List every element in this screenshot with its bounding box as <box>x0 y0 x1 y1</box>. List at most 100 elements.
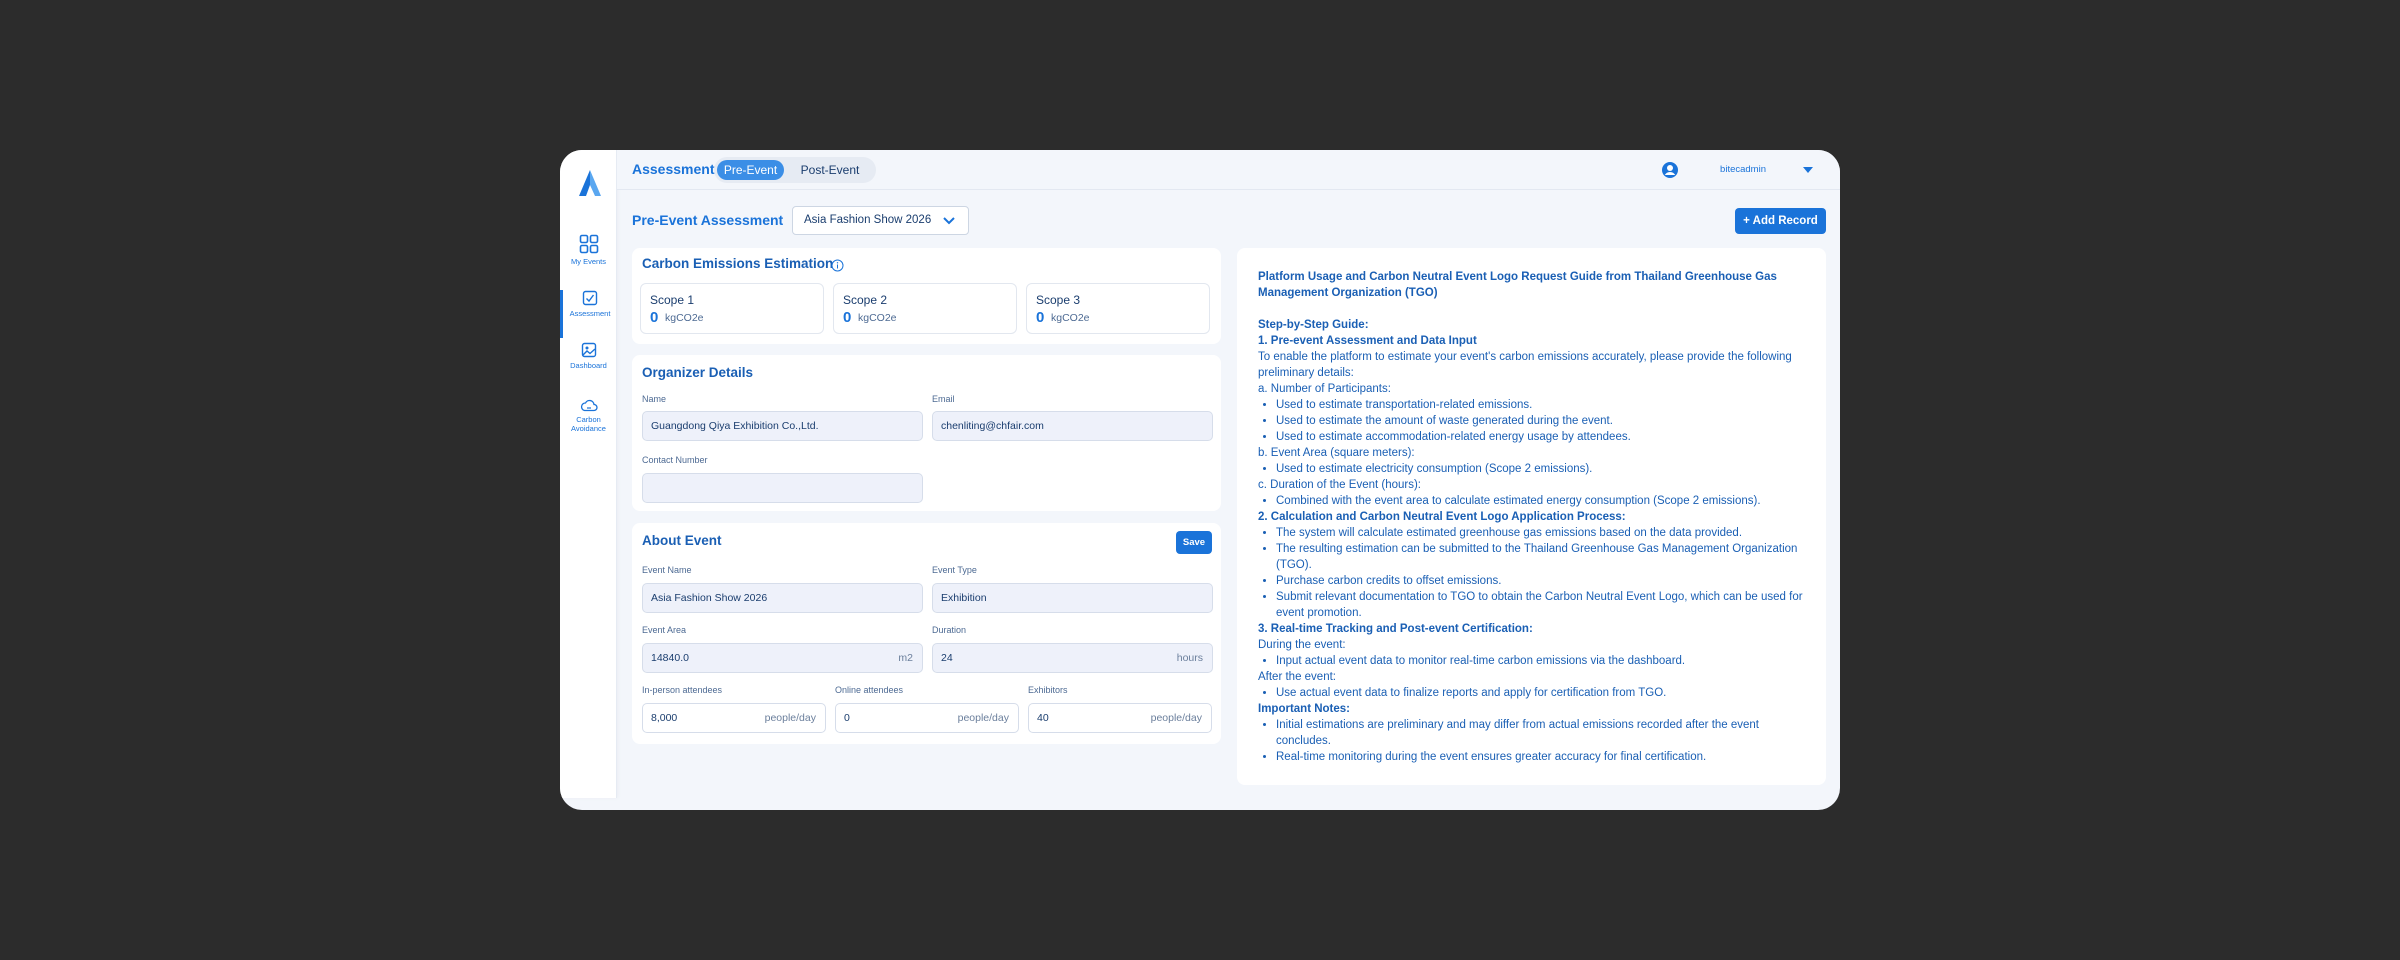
event-area-field[interactable]: 14840.0 m2 <box>642 643 923 673</box>
guide-subheading: During the event: <box>1258 639 1346 651</box>
guide-list-item: Real-time monitoring during the event en… <box>1276 749 1805 765</box>
duration-unit: hours <box>1176 652 1203 664</box>
topbar: Assessment Pre-Event Post-Event bitecadm… <box>617 150 1840 190</box>
email-field[interactable]: chenliting@chfair.com <box>932 411 1213 441</box>
sidebar: My Events Assessment Dashboard Carbon Av… <box>560 150 617 798</box>
inperson-attendees-field[interactable]: 8,000 people/day <box>642 703 826 733</box>
guide-list-item: Initial estimations are preliminary and … <box>1276 717 1805 749</box>
per-day-unit: people/day <box>764 712 816 724</box>
chevron-down-icon <box>943 217 955 225</box>
app-logo <box>579 170 601 196</box>
sidebar-item-label: Assessment <box>569 309 611 318</box>
guide-subheading: After the event: <box>1258 671 1336 683</box>
online-value: 0 <box>844 712 850 724</box>
event-select-value: Asia Fashion Show 2026 <box>804 214 932 226</box>
guide-section-2-heading: 2. Calculation and Carbon Neutral Event … <box>1258 511 1626 523</box>
about-event-card: About Event Save Event Name Asia Fashion… <box>632 523 1221 744</box>
info-icon[interactable] <box>831 259 844 272</box>
duration-label: Duration <box>932 625 967 635</box>
guide-list-item: Used to estimate the amount of waste gen… <box>1276 413 1805 429</box>
about-event-title: About Event <box>642 533 722 548</box>
event-type-field[interactable]: Exhibition <box>932 583 1213 613</box>
event-select-dropdown[interactable]: Asia Fashion Show 2026 <box>792 206 969 235</box>
guide-section-3-heading: 3. Real-time Tracking and Post-event Cer… <box>1258 623 1533 635</box>
guide-list: Used to estimate transportation-related … <box>1258 397 1805 445</box>
emissions-title: Carbon Emissions Estimation <box>642 256 834 271</box>
save-button[interactable]: Save <box>1176 531 1212 554</box>
username: bitecadmin <box>1720 164 1766 175</box>
page-section-title: Assessment <box>632 161 715 177</box>
scope-unit: kgCO2e <box>858 312 897 324</box>
duration-field[interactable]: 24 hours <box>932 643 1213 673</box>
sidebar-item-assessment[interactable]: Assessment <box>560 290 617 338</box>
duration-value: 24 <box>941 652 953 664</box>
online-label: Online attendees <box>835 685 904 695</box>
guide-step-heading: Step-by-Step Guide: <box>1258 319 1369 331</box>
user-avatar-icon <box>1662 162 1678 178</box>
event-area-label: Event Area <box>642 625 687 635</box>
scope-unit: kgCO2e <box>1051 312 1090 324</box>
guide-list-item: Used to estimate accommodation-related e… <box>1276 429 1805 445</box>
exhibitors-label: Exhibitors <box>1028 685 1068 695</box>
guide-list: Use actual event data to finalize report… <box>1258 685 1805 701</box>
sidebar-item-dashboard[interactable]: Dashboard <box>560 342 617 390</box>
per-day-unit: people/day <box>1150 712 1202 724</box>
exhibitors-field[interactable]: 40 people/day <box>1028 703 1212 733</box>
guide-section-1-heading: 1. Pre-event Assessment and Data Input <box>1258 335 1477 347</box>
guide-list: The system will calculate estimated gree… <box>1258 525 1805 621</box>
guide-list-item: Used to estimate transportation-related … <box>1276 397 1805 413</box>
guide-notes-heading: Important Notes: <box>1258 703 1350 715</box>
name-field[interactable]: Guangdong Qiya Exhibition Co.,Ltd. <box>642 411 923 441</box>
guide-panel: Platform Usage and Carbon Neutral Event … <box>1237 248 1826 785</box>
checkbox-icon <box>582 290 598 306</box>
guide-list-item: Input actual event data to monitor real-… <box>1276 653 1805 669</box>
guide-list: Used to estimate electricity consumption… <box>1258 461 1805 477</box>
guide-list-item: Purchase carbon credits to offset emissi… <box>1276 573 1805 589</box>
scope-label: Scope 2 <box>843 293 888 307</box>
event-area-unit: m2 <box>898 652 913 664</box>
tab-pre-event[interactable]: Pre-Event <box>717 160 784 180</box>
online-attendees-field[interactable]: 0 people/day <box>835 703 1019 733</box>
scope-value: 0 <box>650 309 659 326</box>
guide-title: Platform Usage and Carbon Neutral Event … <box>1258 271 1777 299</box>
guide-list: Input actual event data to monitor real-… <box>1258 653 1805 669</box>
guide-list-item: Combined with the event area to calculat… <box>1276 493 1805 509</box>
chevron-down-icon <box>1803 167 1813 173</box>
scope-label: Scope 3 <box>1036 293 1081 307</box>
event-name-field[interactable]: Asia Fashion Show 2026 <box>642 583 923 613</box>
guide-list-item: Used to estimate electricity consumption… <box>1276 461 1805 477</box>
name-label: Name <box>642 394 667 404</box>
sidebar-item-label: Carbon Avoidance <box>571 415 606 433</box>
event-area-value: 14840.0 <box>651 652 689 664</box>
cloud-icon <box>580 399 598 412</box>
guide-list-item: Use actual event data to finalize report… <box>1276 685 1805 701</box>
email-label: Email <box>932 394 955 404</box>
emissions-card: Carbon Emissions Estimation Scope 1 0 kg… <box>632 248 1221 344</box>
guide-list: Combined with the event area to calculat… <box>1258 493 1805 509</box>
app-window: My Events Assessment Dashboard Carbon Av… <box>560 150 1840 810</box>
guide-list-item: Submit relevant documentation to TGO to … <box>1276 589 1805 621</box>
sidebar-item-carbon-avoidance[interactable]: Carbon Avoidance <box>560 398 617 446</box>
grid-icon <box>579 234 598 254</box>
sidebar-item-my-events[interactable]: My Events <box>560 234 617 282</box>
scope-label: Scope 1 <box>650 293 695 307</box>
event-phase-toggle: Pre-Event Post-Event <box>714 157 876 183</box>
scope-2-box: Scope 2 0 kgCO2e <box>833 283 1017 334</box>
guide-subheading: b. Event Area (square meters): <box>1258 447 1415 459</box>
tab-post-event[interactable]: Post-Event <box>790 160 870 180</box>
guide-list-item: The resulting estimation can be submitte… <box>1276 541 1805 573</box>
guide-section-1-intro: To enable the platform to estimate your … <box>1258 351 1792 379</box>
guide-list: Initial estimations are preliminary and … <box>1258 717 1805 765</box>
contact-label: Contact Number <box>642 455 708 465</box>
exhibitors-value: 40 <box>1037 712 1049 724</box>
inperson-value: 8,000 <box>651 712 678 724</box>
user-menu[interactable]: bitecadmin <box>1654 160 1814 180</box>
scope-value: 0 <box>843 309 852 326</box>
inperson-label: In-person attendees <box>642 685 723 695</box>
add-record-button[interactable]: + Add Record <box>1735 208 1826 234</box>
event-type-label: Event Type <box>932 565 977 575</box>
guide-subheading: a. Number of Participants: <box>1258 383 1391 395</box>
guide-list-item: The system will calculate estimated gree… <box>1276 525 1805 541</box>
scope-1-box: Scope 1 0 kgCO2e <box>640 283 824 334</box>
contact-number-field[interactable] <box>642 473 923 503</box>
